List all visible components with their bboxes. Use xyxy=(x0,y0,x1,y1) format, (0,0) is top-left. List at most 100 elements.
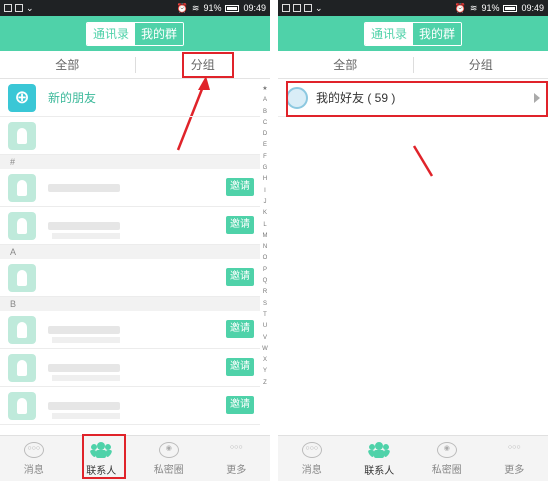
eye-icon: ◉ xyxy=(436,441,457,458)
notification-icon xyxy=(15,4,23,12)
battery-text: 91% xyxy=(481,3,500,13)
person-icon xyxy=(8,121,36,150)
nav-messages-label: 消息 xyxy=(301,464,322,476)
alarm-icon: ⏰ xyxy=(454,2,466,13)
index-letter[interactable]: E xyxy=(260,140,270,151)
battery-text: 91% xyxy=(203,3,222,13)
nav-messages-label: 消息 xyxy=(23,464,44,476)
title-bar: 通讯录 我的群 xyxy=(0,16,270,51)
index-letter[interactable]: U xyxy=(260,321,270,332)
header-segment: 通讯录 我的群 xyxy=(85,21,185,46)
list-item[interactable]: 邀请 xyxy=(0,387,260,425)
index-letter[interactable]: W xyxy=(260,344,270,355)
section-header-hash: # xyxy=(0,155,260,169)
nav-private[interactable]: ◉ 私密圈 xyxy=(413,436,481,481)
alphabet-index[interactable]: ★ A B C D E F G H I J K L M N O P Q R S T U V W X Y Z xyxy=(260,84,270,389)
notification-icon xyxy=(293,4,301,12)
invite-button[interactable]: 邀请 xyxy=(226,268,254,286)
list-item[interactable]: 邀请 xyxy=(0,207,260,245)
more-dots-icon: ○○○ xyxy=(229,443,243,451)
index-letter[interactable]: Z xyxy=(260,378,270,389)
filter-grouping[interactable]: 分组 xyxy=(414,56,548,73)
invite-button[interactable]: 邀请 xyxy=(226,320,254,338)
clock: 09:49 xyxy=(243,3,266,13)
index-letter[interactable]: N xyxy=(260,242,270,253)
wechat-icon: ⌄ xyxy=(315,2,323,13)
invite-button[interactable]: 邀请 xyxy=(226,396,254,414)
index-letter[interactable]: R xyxy=(260,287,270,298)
nav-private[interactable]: ◉ 私密圈 xyxy=(135,436,203,481)
index-letter[interactable]: L xyxy=(260,220,270,231)
nav-more[interactable]: ○○○ 更多 xyxy=(481,436,548,481)
wifi-icon: ≋ xyxy=(191,2,200,13)
index-letter[interactable]: H xyxy=(260,174,270,185)
index-letter[interactable]: S xyxy=(260,299,270,310)
battery-icon xyxy=(503,4,518,12)
invite-button[interactable]: 邀请 xyxy=(226,178,254,196)
index-letter[interactable]: B xyxy=(260,107,270,118)
notification-icon xyxy=(304,4,312,12)
list-item[interactable]: 邀请 xyxy=(0,311,260,349)
person-icon xyxy=(8,315,36,344)
tab-contacts[interactable]: 通讯录 xyxy=(364,22,413,45)
plus-circle-icon: ⊕ xyxy=(8,83,36,112)
index-letter[interactable]: J xyxy=(260,197,270,208)
bottom-nav: ○○○ 消息 联系人 ◉ 私密圈 ○○○ 更多 xyxy=(0,435,270,481)
tab-contacts[interactable]: 通讯录 xyxy=(86,22,135,45)
nav-contacts-label: 联系人 xyxy=(364,465,395,477)
blurred-name xyxy=(48,221,120,230)
index-letter[interactable]: O xyxy=(260,253,270,264)
index-letter[interactable]: T xyxy=(260,310,270,321)
status-bar: ⌄ ⏰ ≋ 91% 09:49 xyxy=(0,0,270,16)
invite-button[interactable]: 邀请 xyxy=(226,358,254,376)
new-friends-label: 新的朋友 xyxy=(48,91,97,105)
highlight-contacts-box xyxy=(82,434,126,479)
person-icon xyxy=(8,391,36,420)
title-bar: 通讯录 我的群 xyxy=(278,16,548,51)
nav-more-label: 更多 xyxy=(226,464,247,476)
nav-messages[interactable]: ○○○ 消息 xyxy=(0,436,68,481)
invite-button[interactable]: 邀请 xyxy=(226,216,254,234)
filter-bar: 全部 分组 xyxy=(278,51,548,79)
index-letter[interactable]: M xyxy=(260,231,270,242)
eye-icon: ◉ xyxy=(158,441,179,458)
nav-messages[interactable]: ○○○ 消息 xyxy=(278,436,346,481)
nav-more-label: 更多 xyxy=(504,464,525,476)
index-letter[interactable]: K xyxy=(260,208,270,219)
new-friends-row[interactable]: ⊕ 新的朋友 xyxy=(0,79,260,117)
index-letter[interactable]: F xyxy=(260,152,270,163)
status-bar: ⌄ ⏰ ≋ 91% 09:49 xyxy=(278,0,548,16)
index-letter[interactable]: G xyxy=(260,163,270,174)
tab-groups[interactable]: 我的群 xyxy=(413,22,462,45)
index-letter[interactable]: P xyxy=(260,265,270,276)
index-letter[interactable]: I xyxy=(260,186,270,197)
tab-groups[interactable]: 我的群 xyxy=(135,22,184,45)
index-letter[interactable]: C xyxy=(260,118,270,129)
section-header-b: B xyxy=(0,297,260,311)
chat-bubble-icon: ○○○ xyxy=(23,441,44,458)
index-letter[interactable]: D xyxy=(260,129,270,140)
screen-gap xyxy=(270,0,278,481)
list-item[interactable] xyxy=(0,117,260,155)
list-item[interactable]: 邀请 xyxy=(0,349,260,387)
blurred-name xyxy=(48,183,120,192)
filter-all[interactable]: 全部 xyxy=(278,56,413,73)
list-item[interactable]: 邀请 xyxy=(0,169,260,207)
index-letter[interactable]: X xyxy=(260,355,270,366)
filter-all[interactable]: 全部 xyxy=(0,56,135,73)
nav-private-label: 私密圈 xyxy=(153,464,184,476)
index-letter[interactable]: V xyxy=(260,333,270,344)
index-letter[interactable]: Q xyxy=(260,276,270,287)
battery-icon xyxy=(225,4,240,12)
chat-bubble-icon: ○○○ xyxy=(301,441,322,458)
nav-more[interactable]: ○○○ 更多 xyxy=(203,436,271,481)
index-letter[interactable]: Y xyxy=(260,366,270,377)
nav-contacts[interactable]: 联系人 xyxy=(346,436,414,481)
contact-list[interactable]: ⊕ 新的朋友 # 邀请 邀请 A 邀请 B 邀请 邀请 邀请 xyxy=(0,79,260,425)
index-letter[interactable]: ★ xyxy=(260,84,270,95)
wifi-icon: ≋ xyxy=(469,2,478,13)
nav-private-label: 私密圈 xyxy=(431,464,462,476)
list-item[interactable]: 邀请 xyxy=(0,259,260,297)
index-letter[interactable]: A xyxy=(260,95,270,106)
more-dots-icon: ○○○ xyxy=(507,443,521,451)
